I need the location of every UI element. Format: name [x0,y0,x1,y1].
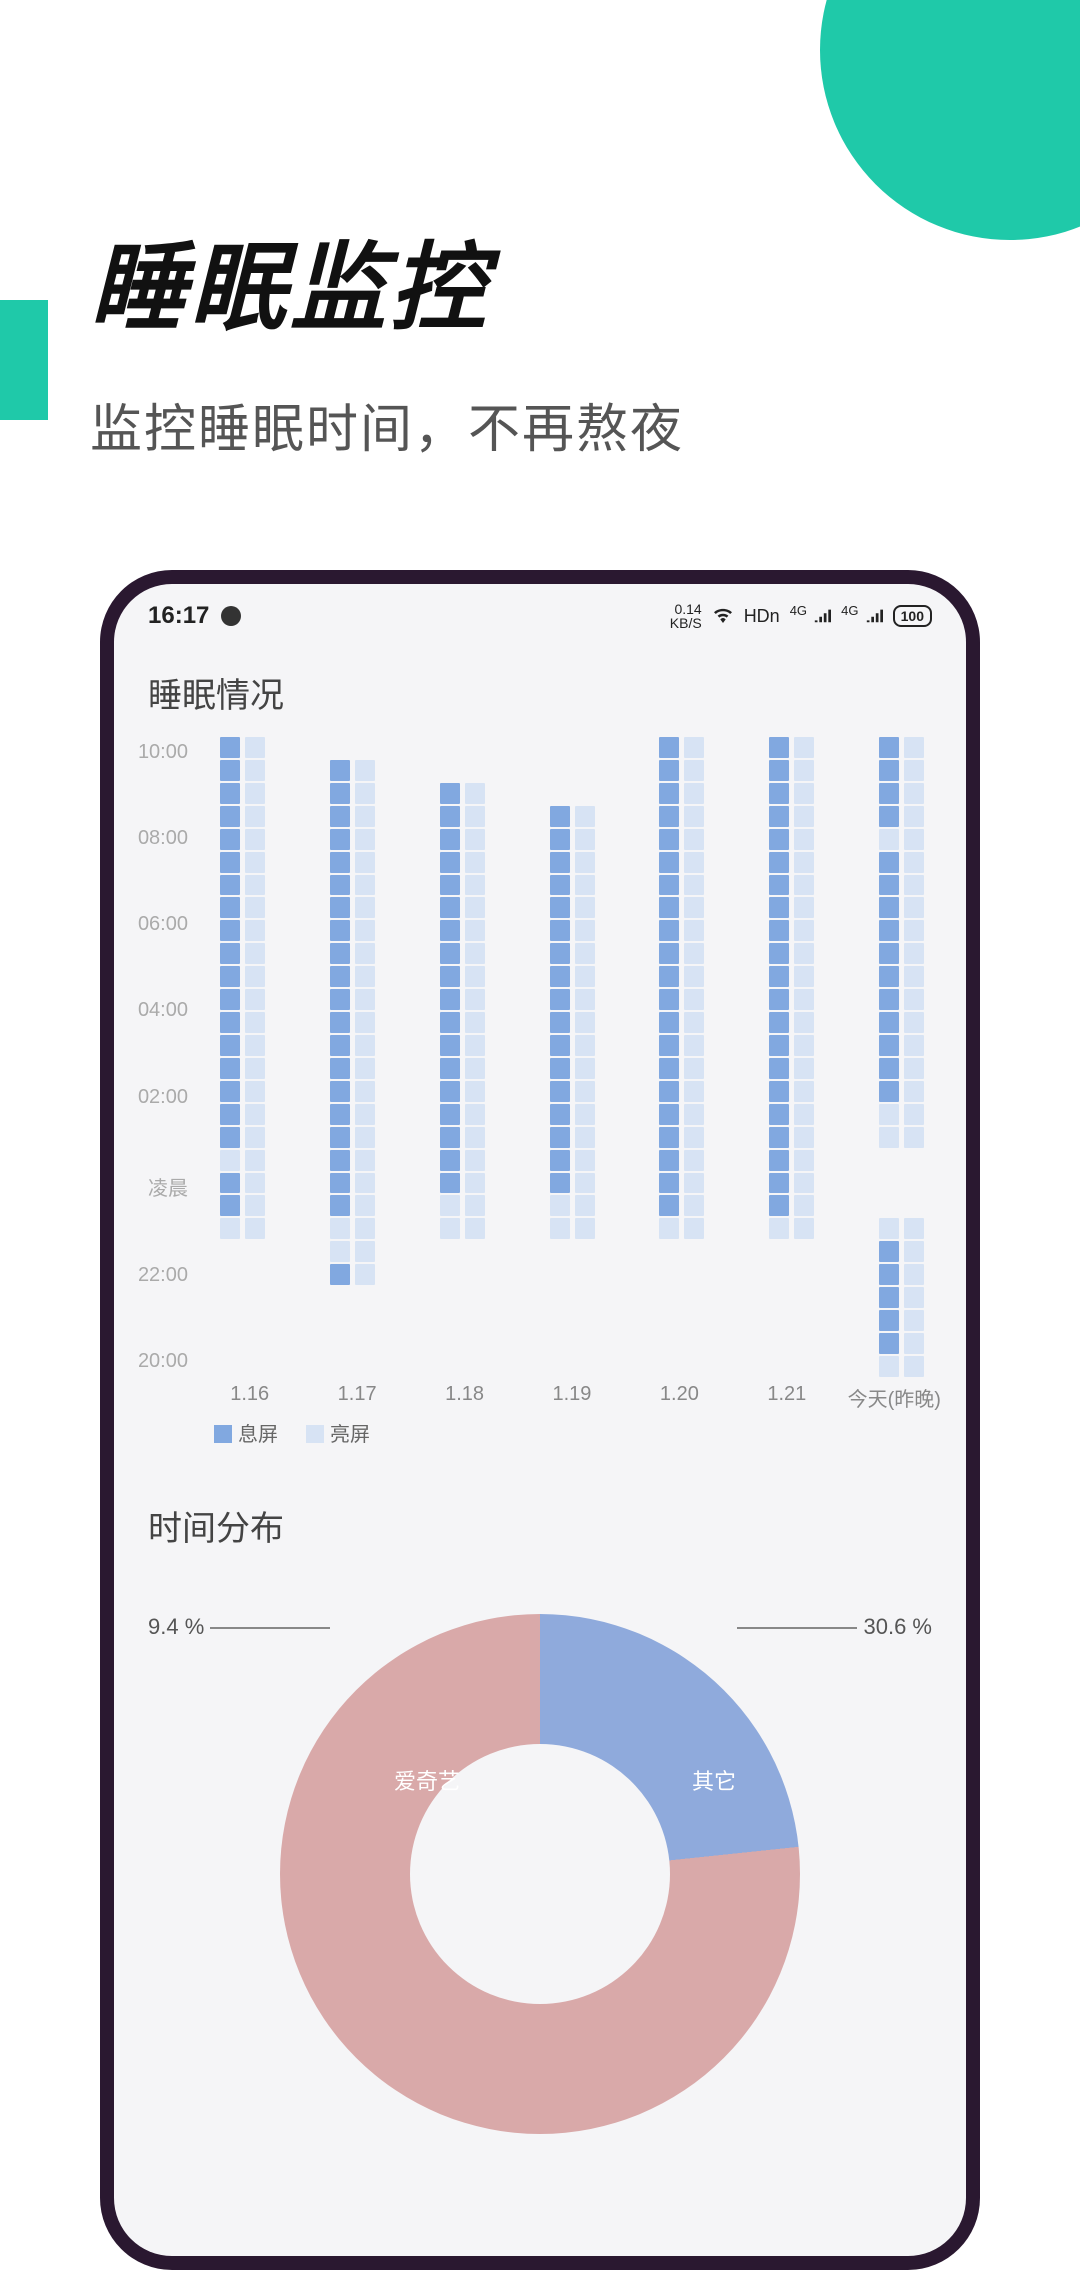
legend-swatch-on-icon [306,1425,324,1443]
signal-2-icon: 4G [841,603,882,629]
page-title: 睡眠监控 [90,210,684,349]
slice-label-iqiyi: 爱奇艺 [394,1764,460,1796]
sleep-day-column [529,737,615,1377]
y-tick: 04:00 [138,999,188,1022]
y-tick: 02:00 [138,1086,188,1109]
y-tick: 22:00 [138,1264,188,1287]
strip-screen-off [659,737,679,1377]
strip-screen-on [465,737,485,1377]
status-bar: 16:17 0.14 KB/S HDn 4G 4G [114,584,966,640]
x-tick: 1.20 [626,1383,733,1412]
headline: 睡眠监控 监控睡眠时间，不再熬夜 [90,210,684,462]
brand-dot [820,0,1080,240]
sleep-day-column [310,737,396,1377]
y-tick: 08:00 [138,827,188,850]
y-tick: 06:00 [138,913,188,936]
page-subtitle: 监控睡眠时间，不再熬夜 [90,387,684,462]
y-tick: 凌晨 [148,1172,188,1201]
strip-screen-on [355,737,375,1377]
netspeed: 0.14 KB/S [670,602,702,630]
sleep-legend: 息屏 亮屏 [124,1412,948,1447]
strip-screen-on [245,737,265,1377]
wifi-icon [712,603,734,629]
strip-screen-on [684,737,704,1377]
phone-screen: 16:17 0.14 KB/S HDn 4G 4G [114,584,966,2256]
strip-screen-on [794,737,814,1377]
strip-screen-off [550,737,570,1377]
sleep-chart[interactable]: 10:00 08:00 06:00 04:00 02:00 凌晨 22:00 20:00 1.… [114,731,966,1451]
callout-right: 30.6 % [737,1614,932,1640]
accent-bar [0,300,48,420]
slice-label-other: 其它 [692,1764,736,1796]
x-tick: 1.19 [518,1383,625,1412]
notification-dot-icon [221,606,241,626]
battery-icon: 100 [893,605,932,627]
signal-1-icon: 4G [790,603,831,629]
strip-screen-on [575,737,595,1377]
strip-screen-off [769,737,789,1377]
sleep-section-title: 睡眠情况 [114,640,966,731]
x-tick: 今天(昨晚) [841,1383,948,1412]
y-tick: 20:00 [138,1350,188,1373]
sleep-day-column [200,737,286,1377]
strip-screen-on [904,737,924,1377]
strip-screen-off [330,737,350,1377]
sleep-day-column [858,737,944,1377]
callout-left: 9.4 % [148,1614,330,1640]
sleep-day-column [639,737,725,1377]
sleep-x-axis: 1.161.171.181.191.201.21今天(昨晚) [124,1377,948,1412]
legend-swatch-off-icon [214,1425,232,1443]
sleep-y-axis: 10:00 08:00 06:00 04:00 02:00 凌晨 22:00 20:00 [124,737,196,1377]
donut-chart[interactable]: 9.4 % 30.6 % 爱奇艺 其它 [114,1574,966,2074]
hd-indicator: HDn [744,606,780,627]
x-tick: 1.17 [303,1383,410,1412]
y-tick: 10:00 [138,741,188,764]
donut-ring [280,1614,800,2134]
dist-section-title: 时间分布 [114,1451,966,1564]
phone-frame: 16:17 0.14 KB/S HDn 4G 4G [100,570,980,2270]
sleep-day-column [749,737,835,1377]
sleep-day-column [419,737,505,1377]
x-tick: 1.16 [196,1383,303,1412]
strip-screen-off [440,737,460,1377]
strip-screen-off [220,737,240,1377]
sleep-columns [196,737,948,1377]
x-tick: 1.18 [411,1383,518,1412]
status-time: 16:17 [148,602,209,630]
x-tick: 1.21 [733,1383,840,1412]
strip-screen-off [879,737,899,1377]
